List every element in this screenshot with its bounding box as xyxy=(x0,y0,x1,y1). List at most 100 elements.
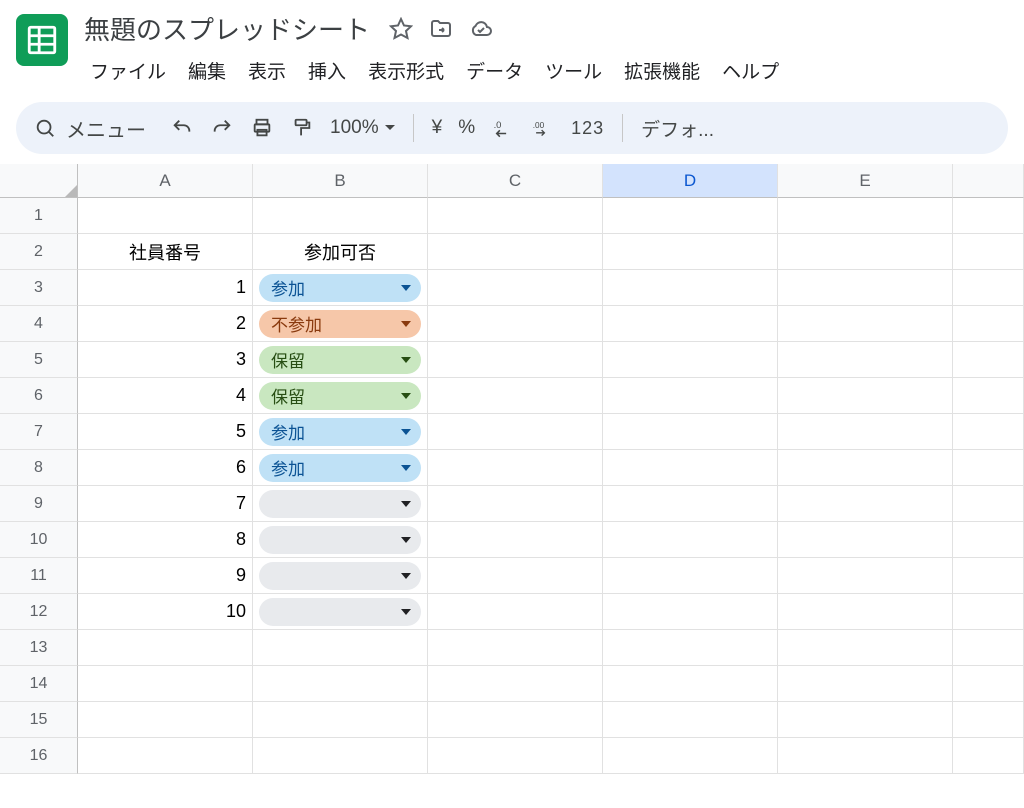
menu-data[interactable]: データ xyxy=(456,53,533,88)
cell[interactable] xyxy=(603,522,778,558)
cell[interactable] xyxy=(778,522,953,558)
cell[interactable] xyxy=(953,342,1024,378)
cell[interactable] xyxy=(953,594,1024,630)
cell[interactable] xyxy=(603,450,778,486)
cell[interactable] xyxy=(778,342,953,378)
menu-search-button[interactable]: メニュー xyxy=(30,110,160,146)
cell[interactable] xyxy=(953,558,1024,594)
increase-decimal-icon[interactable]: .00 xyxy=(525,110,561,146)
row-header[interactable]: 1 xyxy=(0,198,78,234)
cell[interactable] xyxy=(78,702,253,738)
cell[interactable] xyxy=(428,702,603,738)
cell[interactable] xyxy=(428,198,603,234)
cell[interactable] xyxy=(953,630,1024,666)
print-icon[interactable] xyxy=(244,110,280,146)
col-header-c[interactable]: C xyxy=(428,164,603,198)
cell-id[interactable]: 2 xyxy=(78,306,253,342)
cell[interactable] xyxy=(778,234,953,270)
select-all-corner[interactable] xyxy=(0,164,78,198)
percent-format-button[interactable]: % xyxy=(452,110,481,146)
paint-format-icon[interactable] xyxy=(284,110,320,146)
row-header[interactable]: 15 xyxy=(0,702,78,738)
cell-header-a[interactable]: 社員番号 xyxy=(78,234,253,270)
cell-status[interactable] xyxy=(253,594,428,630)
cell[interactable] xyxy=(253,630,428,666)
cell[interactable] xyxy=(953,738,1024,774)
cell[interactable] xyxy=(603,270,778,306)
status-chip[interactable] xyxy=(259,598,421,626)
cell[interactable] xyxy=(603,486,778,522)
cells-area[interactable]: 社員番号 参加可否 1 参加 2 不参加 3 保留 4 保留 xyxy=(78,198,1024,774)
cell[interactable] xyxy=(428,630,603,666)
cell[interactable] xyxy=(778,378,953,414)
cell-status[interactable]: 保留 xyxy=(253,342,428,378)
cell[interactable] xyxy=(603,558,778,594)
col-header-b[interactable]: B xyxy=(253,164,428,198)
menu-tools[interactable]: ツール xyxy=(535,53,612,88)
cell[interactable] xyxy=(778,198,953,234)
star-icon[interactable] xyxy=(388,16,414,42)
cell[interactable] xyxy=(253,702,428,738)
status-chip[interactable] xyxy=(259,562,421,590)
cell-status[interactable]: 参加 xyxy=(253,414,428,450)
cell[interactable] xyxy=(428,234,603,270)
menu-insert[interactable]: 挿入 xyxy=(298,53,356,88)
cell[interactable] xyxy=(953,486,1024,522)
cell-id[interactable]: 5 xyxy=(78,414,253,450)
redo-icon[interactable] xyxy=(204,110,240,146)
cell[interactable] xyxy=(428,270,603,306)
menu-view[interactable]: 表示 xyxy=(238,53,296,88)
status-chip[interactable]: 参加 xyxy=(259,454,421,482)
cell[interactable] xyxy=(953,450,1024,486)
cell[interactable] xyxy=(428,666,603,702)
cell[interactable] xyxy=(253,666,428,702)
decrease-decimal-icon[interactable]: .0 xyxy=(485,110,521,146)
row-header[interactable]: 4 xyxy=(0,306,78,342)
cell-id[interactable]: 4 xyxy=(78,378,253,414)
cell[interactable] xyxy=(953,522,1024,558)
col-header-f[interactable] xyxy=(953,164,1024,198)
cell[interactable] xyxy=(78,738,253,774)
row-header[interactable]: 11 xyxy=(0,558,78,594)
cell[interactable] xyxy=(428,450,603,486)
cell[interactable] xyxy=(603,414,778,450)
row-header[interactable]: 6 xyxy=(0,378,78,414)
cell[interactable] xyxy=(778,558,953,594)
cell[interactable] xyxy=(953,666,1024,702)
cell[interactable] xyxy=(253,198,428,234)
row-header[interactable]: 12 xyxy=(0,594,78,630)
cell-id[interactable]: 10 xyxy=(78,594,253,630)
cell[interactable] xyxy=(428,414,603,450)
row-header[interactable]: 13 xyxy=(0,630,78,666)
cell[interactable] xyxy=(428,378,603,414)
cell[interactable] xyxy=(603,306,778,342)
cell[interactable] xyxy=(428,342,603,378)
menu-file[interactable]: ファイル xyxy=(80,53,176,88)
col-header-d[interactable]: D xyxy=(603,164,778,198)
cell[interactable] xyxy=(428,738,603,774)
undo-icon[interactable] xyxy=(164,110,200,146)
document-title[interactable]: 無題のスプレッドシート xyxy=(80,8,374,49)
status-chip[interactable]: 参加 xyxy=(259,274,421,302)
cell[interactable] xyxy=(953,270,1024,306)
cell[interactable] xyxy=(603,198,778,234)
cell-status[interactable] xyxy=(253,522,428,558)
cell-status[interactable] xyxy=(253,486,428,522)
status-chip[interactable]: 保留 xyxy=(259,382,421,410)
cell[interactable] xyxy=(953,414,1024,450)
cell[interactable] xyxy=(78,666,253,702)
cell-id[interactable]: 3 xyxy=(78,342,253,378)
menu-edit[interactable]: 編集 xyxy=(178,53,236,88)
cell[interactable] xyxy=(603,738,778,774)
cloud-status-icon[interactable] xyxy=(468,16,494,42)
cell[interactable] xyxy=(78,198,253,234)
menu-help[interactable]: ヘルプ xyxy=(712,53,789,88)
row-header[interactable]: 8 xyxy=(0,450,78,486)
cell[interactable] xyxy=(428,594,603,630)
move-to-folder-icon[interactable] xyxy=(428,16,454,42)
cell[interactable] xyxy=(778,594,953,630)
cell-header-b[interactable]: 参加可否 xyxy=(253,234,428,270)
row-header[interactable]: 16 xyxy=(0,738,78,774)
cell[interactable] xyxy=(428,522,603,558)
cell[interactable] xyxy=(428,306,603,342)
